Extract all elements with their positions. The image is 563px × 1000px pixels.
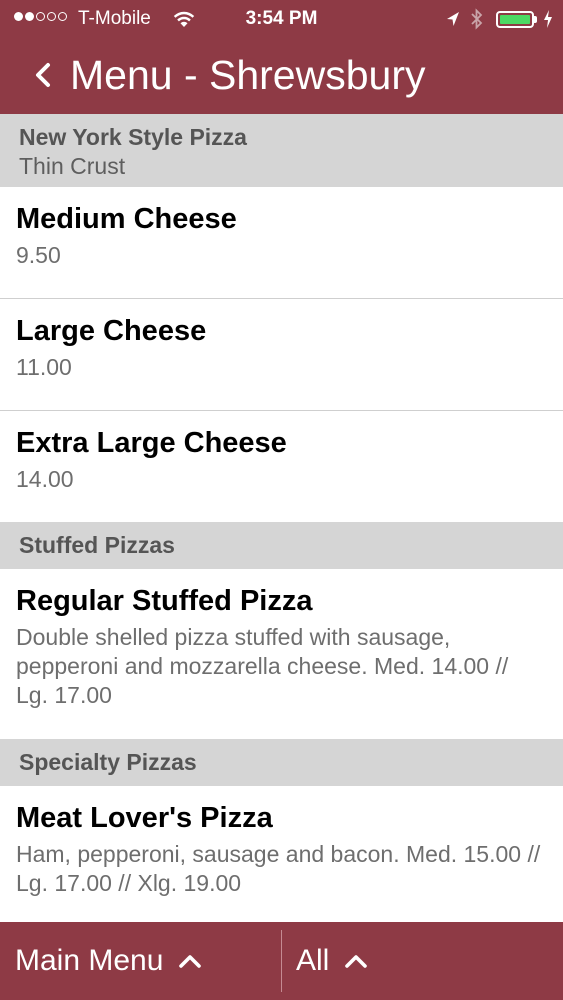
menu-item-description: Double shelled pizza stuffed with sausag… [16, 624, 509, 708]
chevron-up-icon [179, 955, 202, 968]
top-bar: T-Mobile 3:54 PM Menu - Shrewsbury [0, 0, 563, 114]
menu-list[interactable]: New York Style Pizza Thin Crust Medium C… [0, 114, 563, 922]
menu-item-price: 11.00 [16, 354, 72, 380]
menu-item-description: Ham, pepperoni, sausage and bacon. Med. … [16, 841, 541, 896]
menu-item[interactable]: Large Cheese 11.00 [0, 299, 563, 411]
menu-item-price: 9.50 [16, 242, 61, 268]
charging-bolt-icon [544, 10, 552, 28]
bottom-bar: Main Menu All [0, 922, 563, 1000]
status-bar: T-Mobile 3:54 PM [0, 0, 563, 40]
menu-item[interactable]: Medium Cheese 9.50 [0, 187, 563, 299]
menu-item-name: Regular Stuffed Pizza [16, 585, 313, 617]
menu-item[interactable]: Regular Stuffed Pizza Double shelled piz… [0, 569, 563, 739]
battery-icon [496, 11, 534, 28]
divider [281, 930, 282, 992]
section-title: Specialty Pizzas [19, 749, 197, 775]
menu-item-name: Meat Lover's Pizza [16, 802, 273, 834]
battery-level [500, 15, 530, 24]
bluetooth-icon [471, 8, 483, 30]
main-menu-label: Main Menu [15, 944, 164, 977]
chevron-left-icon[interactable] [30, 56, 60, 96]
section-subtitle: Thin Crust [19, 153, 126, 179]
menu-item-name: Medium Cheese [16, 203, 237, 235]
all-filter-label: All [296, 944, 330, 977]
app-screen: T-Mobile 3:54 PM Menu - Shrewsbury New Y… [0, 0, 563, 1000]
menu-item-price: 14.00 [16, 466, 74, 492]
chevron-up-icon [345, 955, 368, 968]
section-title: Stuffed Pizzas [19, 532, 175, 558]
main-menu-button[interactable]: Main Menu [15, 922, 203, 1000]
section-header: Stuffed Pizzas [0, 522, 563, 569]
battery-nub [534, 16, 537, 23]
menu-item[interactable]: Meat Lover's Pizza Ham, pepperoni, sausa… [0, 786, 563, 922]
nav-bar: Menu - Shrewsbury [0, 40, 563, 114]
menu-item-name: Extra Large Cheese [16, 427, 287, 459]
menu-item-name: Large Cheese [16, 315, 207, 347]
section-header: New York Style Pizza Thin Crust [0, 114, 563, 187]
section-header: Specialty Pizzas [0, 739, 563, 786]
location-arrow-icon [447, 12, 459, 26]
page-title: Menu - Shrewsbury [70, 52, 426, 98]
all-filter-button[interactable]: All [296, 922, 369, 1000]
section-title: New York Style Pizza [19, 124, 247, 150]
menu-item[interactable]: Extra Large Cheese 14.00 [0, 411, 563, 522]
